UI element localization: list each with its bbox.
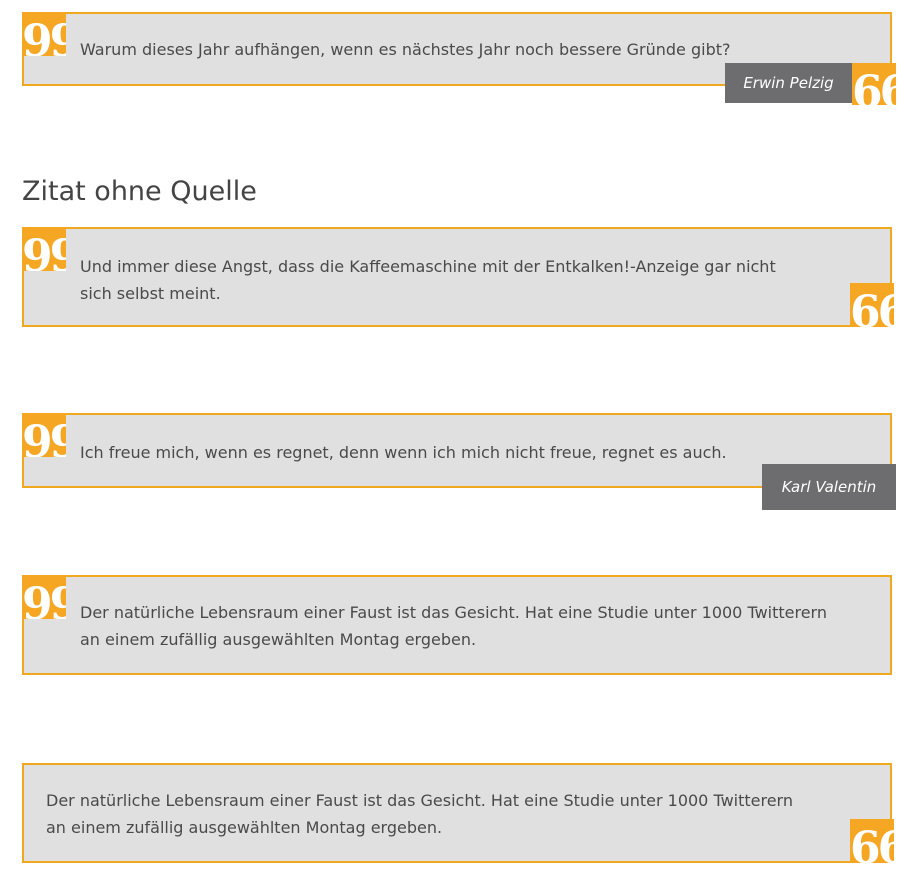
- blockquote-2: 99 Und immer diese Angst, dass die Kaffe…: [22, 227, 894, 327]
- blockquote-3: 99 Ich freue mich, wenn es regnet, denn …: [22, 413, 896, 510]
- quote-open-icon: 99: [22, 413, 66, 457]
- quote-text: Der natürliche Lebensraum einer Faust is…: [46, 791, 793, 837]
- blockquote-1: 99 Warum dieses Jahr aufhängen, wenn es …: [22, 12, 896, 105]
- blockquote-4: 99 Der natürliche Lebensraum einer Faust…: [22, 575, 892, 675]
- quote-open-icon: 99: [22, 575, 66, 619]
- quote-text: Warum dieses Jahr aufhängen, wenn es näc…: [80, 40, 731, 59]
- quote-text: Und immer diese Angst, dass die Kaffeema…: [80, 257, 776, 303]
- quote-close-icon: 66: [852, 63, 896, 105]
- quote-source: Erwin Pelzig: [725, 63, 852, 103]
- quote-open-icon: 99: [22, 227, 66, 271]
- quote-close-icon: 66: [850, 283, 894, 327]
- quote-open-icon: 99: [22, 12, 66, 56]
- quote-text: Ich freue mich, wenn es regnet, denn wen…: [80, 443, 727, 462]
- section-heading: Zitat ohne Quelle: [22, 176, 257, 207]
- quote-source: Karl Valentin: [762, 464, 896, 510]
- blockquote-5: Der natürliche Lebensraum einer Faust is…: [22, 763, 894, 863]
- quote-text: Der natürliche Lebensraum einer Faust is…: [80, 603, 827, 649]
- quote-close-icon: 66: [850, 819, 894, 863]
